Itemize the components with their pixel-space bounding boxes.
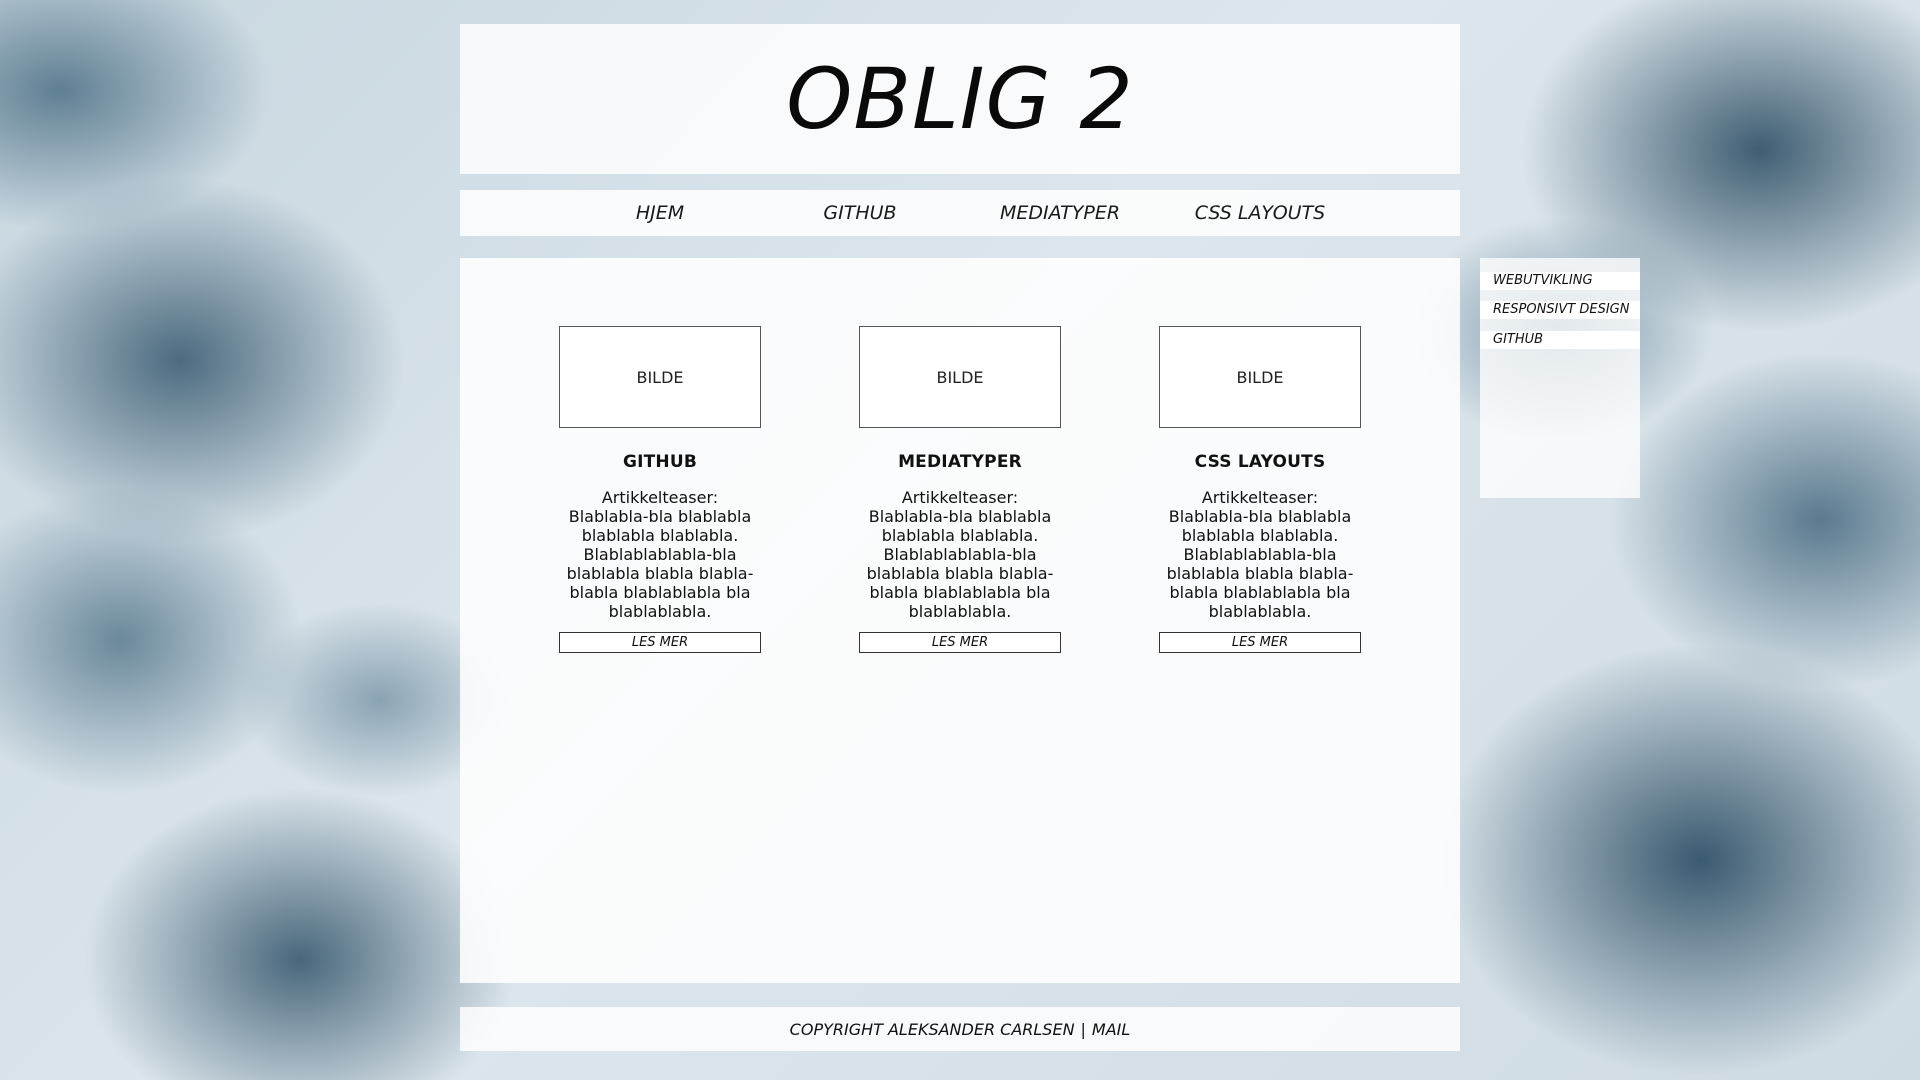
read-more-button[interactable]: LES MER (559, 632, 761, 653)
footer-separator: | (1080, 1019, 1086, 1039)
sidebar-item-webutvikling[interactable]: WEBUTVIKLING (1480, 272, 1640, 290)
nav-item-github[interactable]: GITHUB (760, 190, 960, 236)
nav-item-mediatyper[interactable]: MEDIATYPER (960, 190, 1160, 236)
article-card: BILDE GITHUB Artikkelteaser: Blablabla-b… (559, 326, 761, 653)
card-teaser: Artikkelteaser: Blablabla-bla blablabla … (566, 488, 754, 621)
main-content: BILDE GITHUB Artikkelteaser: Blablabla-b… (460, 258, 1460, 983)
read-more-button[interactable]: LES MER (1159, 632, 1361, 653)
mail-link[interactable]: MAIL (1092, 1020, 1130, 1039)
copyright-text: COPYRIGHT ALEKSANDER CARLSEN (789, 1019, 1075, 1039)
read-more-button[interactable]: LES MER (859, 632, 1061, 653)
site-footer: COPYRIGHT ALEKSANDER CARLSEN | MAIL (460, 1007, 1460, 1051)
page-title: OBLIG 2 (786, 50, 1134, 148)
nav-item-css-layouts[interactable]: CSS LAYOUTS (1160, 190, 1360, 236)
card-teaser: Artikkelteaser: Blablabla-bla blablabla … (1166, 488, 1354, 621)
card-teaser: Artikkelteaser: Blablabla-bla blablabla … (866, 488, 1054, 621)
card-title: CSS LAYOUTS (1194, 452, 1326, 472)
card-title: MEDIATYPER (898, 452, 1022, 472)
sidebar: WEBUTVIKLING RESPONSIVT DESIGN GITHUB (1480, 258, 1640, 498)
main-nav: HJEM GITHUB MEDIATYPER CSS LAYOUTS (460, 190, 1460, 236)
article-card: BILDE CSS LAYOUTS Artikkelteaser: Blabla… (1159, 326, 1361, 653)
image-placeholder: BILDE (859, 326, 1061, 428)
site-header: OBLIG 2 (460, 24, 1460, 174)
sidebar-item-github[interactable]: GITHUB (1480, 331, 1640, 349)
card-title: GITHUB (622, 452, 698, 472)
article-card: BILDE MEDIATYPER Artikkelteaser: Blablab… (859, 326, 1061, 653)
sidebar-item-responsivt-design[interactable]: RESPONSIVT DESIGN (1480, 301, 1640, 319)
image-placeholder: BILDE (1159, 326, 1361, 428)
nav-item-hjem[interactable]: HJEM (560, 190, 760, 236)
image-placeholder: BILDE (559, 326, 761, 428)
